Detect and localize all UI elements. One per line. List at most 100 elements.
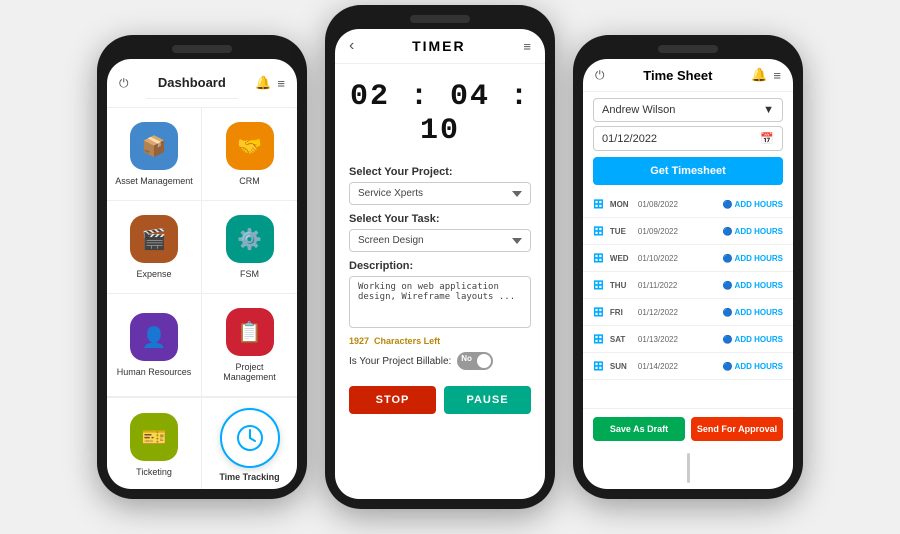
toggle-knob: [477, 354, 491, 368]
send-approval-button[interactable]: Send For Approval: [691, 417, 783, 441]
date-sat: 01/13/2022: [638, 335, 723, 344]
timer-menu-icon[interactable]: ≡: [523, 39, 531, 54]
phone-timer: ‹ TIMER ≡ 02 : 04 : 10 Select Your Proje…: [325, 5, 555, 509]
grid-hr[interactable]: 👤 Human Resources: [107, 294, 202, 397]
timer-buttons: STOP PAUSE: [335, 378, 545, 422]
phones-container: ⏻ Dashboard 🔔 ≡ 📦 Asset Management 🤝 CRM: [0, 0, 900, 534]
grid-ticketing[interactable]: 🎫 Ticketing: [107, 398, 202, 489]
day-sat: SAT: [610, 335, 638, 344]
asset-management-label: Asset Management: [115, 176, 193, 186]
date-tue: 01/09/2022: [638, 227, 723, 236]
bottom-row: 🎫 Ticketing Time Tracking: [107, 397, 297, 489]
add-hours-thu[interactable]: 🔵 ADD HOURS: [723, 281, 783, 290]
plus-icon-tue[interactable]: ⊞: [593, 223, 604, 239]
timesheet-footer: Save As Draft Send For Approval: [583, 408, 793, 449]
chars-left-number: 1927: [349, 336, 369, 346]
header-icons: 🔔 ≡: [255, 75, 285, 91]
timesheet-rows: ⊞ MON 01/08/2022 🔵 ADD HOURS ⊞ TUE 01/09…: [583, 191, 793, 408]
day-mon: MON: [610, 200, 638, 209]
add-hours-wed[interactable]: 🔵 ADD HOURS: [723, 254, 783, 263]
user-name: Andrew Wilson: [602, 104, 675, 116]
crm-icon: 🤝: [226, 122, 274, 170]
date-value: 01/12/2022: [602, 133, 657, 145]
ts-power-icon[interactable]: ⏻: [595, 68, 605, 83]
timer-body: Select Your Project: Service Xperts Sele…: [335, 166, 545, 378]
grid-asset-management[interactable]: 📦 Asset Management: [107, 108, 202, 201]
bell-icon[interactable]: 🔔: [255, 75, 271, 91]
phone-notch: [172, 45, 232, 53]
grid-crm[interactable]: 🤝 CRM: [202, 108, 297, 201]
billable-toggle[interactable]: No: [457, 352, 493, 370]
grid-expense[interactable]: 🎬 Expense: [107, 201, 202, 294]
date-fri: 01/12/2022: [638, 308, 723, 317]
plus-icon-sat[interactable]: ⊞: [593, 331, 604, 347]
plus-icon-sun[interactable]: ⊞: [593, 358, 604, 374]
ts-row-fri: ⊞ FRI 01/12/2022 🔵 ADD HOURS: [583, 299, 793, 326]
grid-pm[interactable]: 📋 Project Management: [202, 294, 297, 397]
add-hours-sat[interactable]: 🔵 ADD HOURS: [723, 335, 783, 344]
timesheet-title: Time Sheet: [643, 68, 712, 83]
timesheet-header: ⏻ Time Sheet 🔔 ≡: [583, 59, 793, 92]
calendar-icon[interactable]: 📅: [760, 132, 774, 145]
timesheet-screen: ⏻ Time Sheet 🔔 ≡ Andrew Wilson ▼ 01/12/2…: [583, 59, 793, 489]
day-wed: WED: [610, 254, 638, 263]
dropdown-arrow: ▼: [763, 104, 774, 116]
ts-row-wed: ⊞ WED 01/10/2022 🔵 ADD HOURS: [583, 245, 793, 272]
project-label: Select Your Project:: [349, 166, 531, 178]
phone-dashboard: ⏻ Dashboard 🔔 ≡ 📦 Asset Management 🤝 CRM: [97, 35, 307, 499]
time-tracking-icon: [220, 408, 280, 468]
day-fri: FRI: [610, 308, 638, 317]
plus-icon-mon[interactable]: ⊞: [593, 196, 604, 212]
power-icon[interactable]: ⏻: [119, 76, 129, 91]
project-select[interactable]: Service Xperts: [349, 182, 531, 205]
grid-time-tracking[interactable]: Time Tracking: [202, 398, 297, 489]
plus-icon-thu[interactable]: ⊞: [593, 277, 604, 293]
menu-icon[interactable]: ≡: [277, 76, 285, 91]
ts-row-thu: ⊞ THU 01/11/2022 🔵 ADD HOURS: [583, 272, 793, 299]
fsm-icon: ⚙️: [226, 215, 274, 263]
expense-icon: 🎬: [130, 215, 178, 263]
ticketing-label: Ticketing: [136, 467, 172, 477]
user-dropdown[interactable]: Andrew Wilson ▼: [593, 98, 783, 122]
get-timesheet-button[interactable]: Get Timesheet: [593, 157, 783, 185]
plus-icon-fri[interactable]: ⊞: [593, 304, 604, 320]
save-draft-button[interactable]: Save As Draft: [593, 417, 685, 441]
chars-left: 1927 Characters Left: [349, 336, 531, 346]
back-button[interactable]: ‹: [349, 37, 354, 55]
timer-screen: ‹ TIMER ≡ 02 : 04 : 10 Select Your Proje…: [335, 29, 545, 499]
timer-display: 02 : 04 : 10: [335, 64, 545, 158]
timer-header: ‹ TIMER ≡: [335, 29, 545, 64]
pause-button[interactable]: PAUSE: [444, 386, 531, 414]
billable-row: Is Your Project Billable: No: [349, 352, 531, 370]
add-hours-tue[interactable]: 🔵 ADD HOURS: [723, 227, 783, 236]
phone-notch-2: [410, 15, 470, 23]
timer-title: TIMER: [412, 38, 466, 54]
grid-fsm[interactable]: ⚙️ FSM: [202, 201, 297, 294]
hr-label: Human Resources: [117, 367, 192, 377]
stop-button[interactable]: STOP: [349, 386, 436, 414]
task-select[interactable]: Screen Design: [349, 229, 531, 252]
date-sun: 01/14/2022: [638, 362, 723, 371]
toggle-no-label: No: [461, 354, 472, 363]
ts-bell-icon[interactable]: 🔔: [751, 67, 767, 83]
add-hours-sun[interactable]: 🔵 ADD HOURS: [723, 362, 783, 371]
phone-notch-3: [658, 45, 718, 53]
ts-menu-icon[interactable]: ≡: [773, 68, 781, 83]
ts-row-sat: ⊞ SAT 01/13/2022 🔵 ADD HOURS: [583, 326, 793, 353]
plus-icon-wed[interactable]: ⊞: [593, 250, 604, 266]
add-hours-mon[interactable]: 🔵 ADD HOURS: [723, 200, 783, 209]
ts-header-icons: 🔔 ≡: [751, 67, 781, 83]
desc-label: Description:: [349, 260, 531, 272]
ts-row-mon: ⊞ MON 01/08/2022 🔵 ADD HOURS: [583, 191, 793, 218]
pm-label: Project Management: [210, 362, 289, 382]
date-wed: 01/10/2022: [638, 254, 723, 263]
dashboard-grid: 📦 Asset Management 🤝 CRM 🎬 Expense ⚙️ FS…: [107, 108, 297, 397]
day-thu: THU: [610, 281, 638, 290]
fsm-label: FSM: [240, 269, 259, 279]
desc-textarea[interactable]: Working on web application design, Wiref…: [349, 276, 531, 328]
pm-icon: 📋: [226, 308, 274, 356]
dashboard-title: Dashboard: [146, 67, 238, 99]
add-hours-fri[interactable]: 🔵 ADD HOURS: [723, 308, 783, 317]
date-thu: 01/11/2022: [638, 281, 723, 290]
date-input[interactable]: 01/12/2022 📅: [593, 126, 783, 151]
